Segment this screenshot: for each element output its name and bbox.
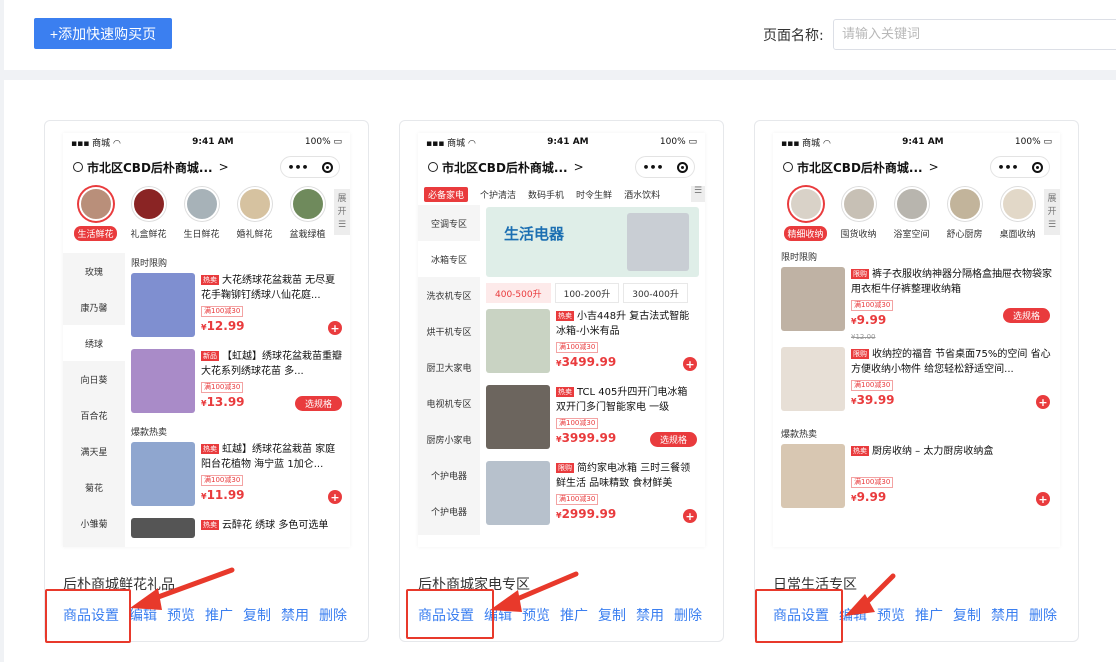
location-pin-icon [783, 162, 793, 172]
page-name-label: 页面名称: [763, 28, 824, 44]
status-bar: ▪▪▪ 商城 ◠ 9:41 AM 100% ▭ [71, 137, 342, 149]
category-item: 婚礼鲜花 [228, 187, 281, 253]
promo-banner: 生活电器 [486, 207, 699, 277]
disable-link[interactable]: 禁用 [636, 605, 664, 625]
disable-link[interactable]: 禁用 [991, 605, 1019, 625]
location-pin-icon [73, 162, 83, 172]
category-item: 浴室空间 [885, 187, 938, 247]
location-bar: 市北区CBD后朴商城... > ••• [773, 151, 1060, 183]
category-tabs: 必备家电 个护清洁 数码手机 时令生鲜 酒水饮料 ☰ [418, 183, 705, 205]
product-item: 限购 收纳控的福音 节省桌面75%的空间 省心方便收纳小物件 给您轻松舒适空间..… [781, 347, 1052, 419]
category-sidebar: 空调专区 冰箱专区 洗衣机专区 烘干机专区 厨卫大家电 电视机专区 厨房小家电 … [418, 205, 480, 535]
product-item: 热卖 云醉花 绣球 多色可选单 [131, 518, 344, 547]
category-item: 桌面收纳 [991, 187, 1044, 247]
mini-capsule: ••• [280, 156, 340, 178]
product-item: 热卖 虹越】绣球花盆栽苗 家庭阳台花植物 海宁蓝 1加仑... 满100减30 ¥1… [131, 442, 344, 514]
category-row: 精细收纳 囤货收纳 浴室空间 舒心厨房 桌面收纳 展开 ☰ [773, 183, 1060, 247]
delete-link[interactable]: 删除 [1029, 605, 1057, 625]
choose-spec-button: 选规格 [649, 432, 697, 447]
highlight-box [45, 589, 131, 643]
copy-link[interactable]: 复制 [953, 605, 981, 625]
category-sidebar: 玫瑰 康乃馨 绣球 向日葵 百合花 满天星 菊花 小雏菊 [63, 253, 125, 547]
menu-icon: ☰ [691, 186, 705, 202]
page-name-search-input[interactable] [833, 19, 1116, 50]
add-quick-buy-page-button[interactable]: +添加快速购买页 [34, 18, 172, 49]
disable-link[interactable]: 禁用 [281, 605, 309, 625]
target-icon [321, 161, 333, 173]
add-to-cart-icon: + [1036, 395, 1050, 409]
category-row: 生活鲜花 礼盒鲜花 生日鲜花 婚礼鲜花 盆栽绿植 展开 ☰ [63, 183, 350, 253]
target-icon [676, 161, 688, 173]
status-bar: ▪▪▪ 商城 ◠ 9:41 AM 100% ▭ [426, 137, 697, 149]
category-item: 盆栽绿植 [281, 187, 334, 253]
page-card-daily-life: ▪▪▪ 商城 ◠ 9:41 AM 100% ▭ 市北区CBD后朴商城... > •… [754, 120, 1079, 642]
annotation-arrow-icon [845, 573, 896, 616]
add-to-cart-icon: + [683, 509, 697, 523]
product-item: 热卖 厨房收纳 – 太力厨房收纳盒 满100减30 ¥9.99 + [781, 444, 1052, 516]
location-pin-icon [428, 162, 438, 172]
product-item: 热卖 TCL 405升四开门电冰箱 双开门多门智能家电 一级 满100减30 ¥39… [486, 385, 699, 457]
expand-button: 展开 ☰ [1044, 189, 1060, 235]
phone-preview: ▪▪▪ 商城 ◠ 9:41 AM 100% ▭ 市北区CBD后朴商城... > •… [63, 133, 350, 547]
choose-spec-button: 选规格 [294, 396, 342, 411]
product-item: 新品 【虹越】绣球花盆栽苗重瓣大花系列绣球花苗 多... 满100减30 ¥13.9… [131, 349, 344, 421]
category-item: 囤货收纳 [832, 187, 885, 247]
phone-preview: ▪▪▪ 商城 ◠ 9:41 AM 100% ▭ 市北区CBD后朴商城... > •… [418, 133, 705, 547]
annotation-arrow-icon [490, 571, 579, 612]
add-to-cart-icon: + [328, 490, 342, 504]
annotation-arrow-icon [130, 567, 235, 610]
location-bar: 市北区CBD后朴商城... > ••• [418, 151, 705, 183]
category-item: 生活鲜花 [69, 187, 122, 253]
product-item: 限购 简约家电冰箱 三时三餐领鲜生活 品味精致 食材鲜美 满100减30 ¥2999… [486, 461, 699, 533]
category-item: 精细收纳 [779, 187, 832, 247]
phone-preview: ▪▪▪ 商城 ◠ 9:41 AM 100% ▭ 市北区CBD后朴商城... > •… [773, 133, 1060, 547]
add-to-cart-icon: + [1036, 492, 1050, 506]
highlight-box [755, 589, 843, 643]
target-icon [1031, 161, 1043, 173]
delete-link[interactable]: 删除 [674, 605, 702, 625]
product-item: 热卖 大花绣球花盆栽苗 无尽夏花手鞠铆钉绣球八仙花庭... 满100减30 ¥12.… [131, 273, 344, 345]
choose-spec-button: 选规格 [1002, 308, 1050, 323]
product-item: 限购 裤子衣服收纳神器分隔格盒抽屉衣物袋家用衣柜牛仔裤整理收纳箱 满100减30 ¥… [781, 267, 1052, 341]
mini-capsule: ••• [990, 156, 1050, 178]
category-item: 生日鲜花 [175, 187, 228, 253]
category-item: 舒心厨房 [938, 187, 991, 247]
delete-link[interactable]: 删除 [319, 605, 347, 625]
promote-link[interactable]: 推广 [915, 605, 943, 625]
location-bar: 市北区CBD后朴商城... > ••• [63, 151, 350, 183]
add-to-cart-icon: + [683, 357, 697, 371]
price-range-filter: 400-500升 100-200升 300-400升 [486, 283, 699, 303]
copy-link[interactable]: 复制 [598, 605, 626, 625]
category-item: 礼盒鲜花 [122, 187, 175, 253]
mini-capsule: ••• [635, 156, 695, 178]
expand-button: 展开 ☰ [334, 189, 350, 235]
status-bar: ▪▪▪ 商城 ◠ 9:41 AM 100% ▭ [781, 137, 1052, 149]
product-item: 热卖 小吉448升 复古法式智能冰箱-小米有品 满100减30 ¥3499.99 + [486, 309, 699, 381]
add-to-cart-icon: + [328, 321, 342, 335]
